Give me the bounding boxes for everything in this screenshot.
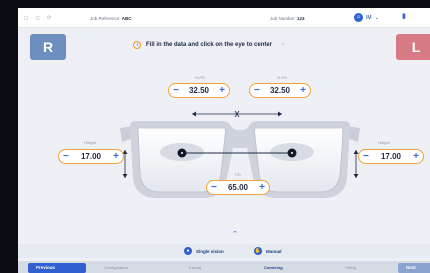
next-label: Next xyxy=(406,265,416,270)
height-right-stepper[interactable]: − 17.00 + xyxy=(58,149,124,164)
increment-button[interactable]: + xyxy=(300,85,306,96)
step-navigation: Previous Configuration Tracing Centering… xyxy=(18,261,430,273)
step-tracing[interactable]: Tracing xyxy=(188,265,201,270)
half-pd-right-value[interactable]: 32.50 xyxy=(179,86,219,95)
previous-button[interactable]: Previous xyxy=(28,263,86,273)
step-configuration[interactable]: Configuration xyxy=(104,265,128,270)
half-pd-left-label: ½ PD xyxy=(276,75,287,80)
increment-button[interactable]: + xyxy=(413,151,419,162)
app-window: ◻ ◻ ⟳ Job Reference: ABC Job Number: 123… xyxy=(18,8,430,273)
half-pd-right-label: ½ PD xyxy=(194,75,205,80)
hand-icon: ✋ xyxy=(254,247,262,255)
manual-option[interactable]: ✋ Manual xyxy=(254,247,282,255)
step-fitting[interactable]: Fitting xyxy=(345,265,356,270)
increment-button[interactable]: + xyxy=(259,182,265,193)
options-bar: ● Single vision ✋ Manual xyxy=(18,244,430,258)
half-pd-left-stepper[interactable]: − 32.50 + xyxy=(249,83,311,98)
lens-icon: ● xyxy=(184,247,192,255)
height-right-label: Height xyxy=(84,140,96,145)
pd-label: PD xyxy=(235,172,241,177)
increment-button[interactable]: + xyxy=(113,151,119,162)
increment-button[interactable]: + xyxy=(219,85,225,96)
height-right-value[interactable]: 17.00 xyxy=(69,152,113,161)
pd-value[interactable]: 65.00 xyxy=(217,183,259,192)
single-vision-option[interactable]: ● Single vision xyxy=(184,247,224,255)
height-left-label: Height xyxy=(378,140,390,145)
step-centering[interactable]: Centering xyxy=(264,265,283,270)
pd-stepper[interactable]: − 65.00 + xyxy=(206,180,270,195)
single-vision-label: Single vision xyxy=(196,248,224,254)
half-pd-right-stepper[interactable]: − 32.50 + xyxy=(168,83,230,98)
half-pd-left-value[interactable]: 32.50 xyxy=(260,86,300,95)
chevron-up-icon[interactable]: ⌃ xyxy=(232,230,238,238)
manual-label: Manual xyxy=(266,248,282,254)
height-left-stepper[interactable]: − 17.00 + xyxy=(358,149,424,164)
height-left-value[interactable]: 17.00 xyxy=(369,152,413,161)
previous-label: Previous xyxy=(36,265,56,270)
next-button[interactable]: Next xyxy=(398,263,430,273)
